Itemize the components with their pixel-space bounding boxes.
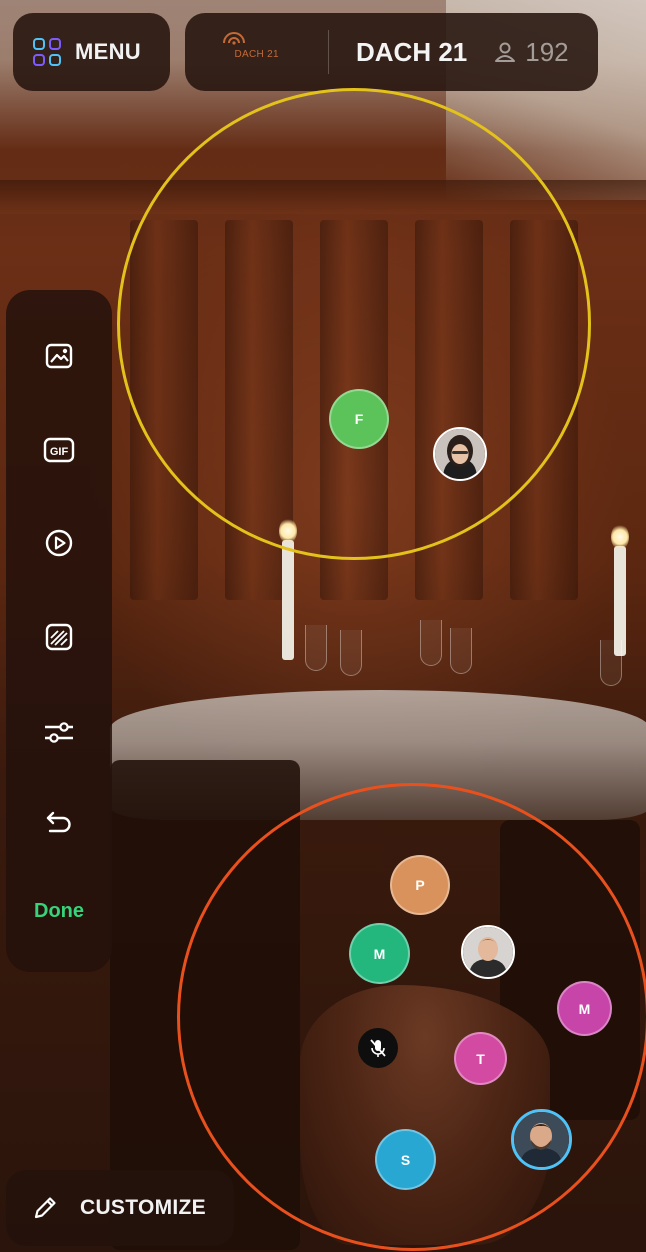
grid-menu-icon	[33, 38, 61, 66]
wine-glass	[305, 625, 327, 671]
person-avatar-icon	[514, 1112, 569, 1167]
participant-initial: S	[400, 1151, 411, 1168]
settings-tool-button[interactable]	[6, 708, 112, 756]
participant-avatar[interactable]: F	[329, 389, 389, 449]
menu-label: MENU	[75, 39, 141, 64]
background-tool-button[interactable]	[6, 613, 112, 661]
wine-glass	[450, 628, 472, 674]
person-avatar-icon	[463, 927, 513, 977]
participant-avatar[interactable]: M	[557, 981, 612, 1036]
pencil-icon	[34, 1197, 56, 1219]
customize-button[interactable]: CUSTOMIZE	[6, 1170, 234, 1246]
event-logo-icon	[222, 32, 245, 45]
left-toolbar: GIF Done	[6, 290, 112, 972]
sliders-icon	[45, 722, 73, 743]
participant-photo[interactable]	[511, 1109, 572, 1170]
candle	[282, 540, 294, 660]
divider	[328, 30, 329, 74]
attendee-count[interactable]: 192	[493, 36, 569, 68]
event-logo: DACH 21	[185, 13, 328, 91]
participant-initial: P	[415, 877, 425, 893]
undo-icon	[46, 811, 71, 833]
participant-initial: F	[354, 411, 364, 427]
video-tool-button[interactable]	[6, 519, 112, 567]
participant-initial: M	[373, 945, 386, 962]
wine-glass	[420, 620, 442, 666]
participant-avatar[interactable]: T	[454, 1032, 507, 1085]
event-logo-text: DACH 21	[234, 49, 279, 60]
user-icon	[495, 42, 516, 62]
participant-initial: T	[476, 1050, 485, 1067]
wine-glass	[600, 640, 622, 686]
candle-flame	[611, 524, 629, 550]
mic-muted-icon	[370, 1039, 386, 1057]
participant-avatar[interactable]: M	[349, 923, 410, 984]
menu-button[interactable]: MENU	[13, 13, 170, 91]
undo-button[interactable]	[6, 798, 112, 846]
video-play-icon	[45, 529, 73, 557]
participant-photo[interactable]	[433, 427, 487, 481]
participant-avatar[interactable]: P	[390, 855, 450, 915]
event-name: DACH 21	[356, 36, 468, 67]
done-button[interactable]: Done	[6, 900, 112, 923]
customize-label: CUSTOMIZE	[80, 1196, 206, 1219]
gif-tool-button[interactable]: GIF	[6, 426, 112, 474]
person-avatar-icon	[435, 429, 485, 479]
svg-text:GIF: GIF	[50, 446, 69, 458]
image-tool-button[interactable]	[6, 332, 112, 380]
participant-photo[interactable]	[461, 925, 515, 979]
event-header[interactable]: DACH 21 DACH 21 192	[185, 13, 598, 91]
attendee-count-value: 192	[525, 36, 569, 67]
participant-initial: M	[578, 1000, 591, 1017]
muted-participant[interactable]	[358, 1028, 398, 1068]
conversation-circle-top[interactable]	[117, 88, 591, 560]
wine-glass	[340, 630, 362, 676]
image-icon	[45, 343, 73, 369]
gif-icon: GIF	[43, 437, 75, 463]
background-pattern-icon	[45, 623, 73, 651]
participant-avatar[interactable]: S	[375, 1129, 436, 1190]
